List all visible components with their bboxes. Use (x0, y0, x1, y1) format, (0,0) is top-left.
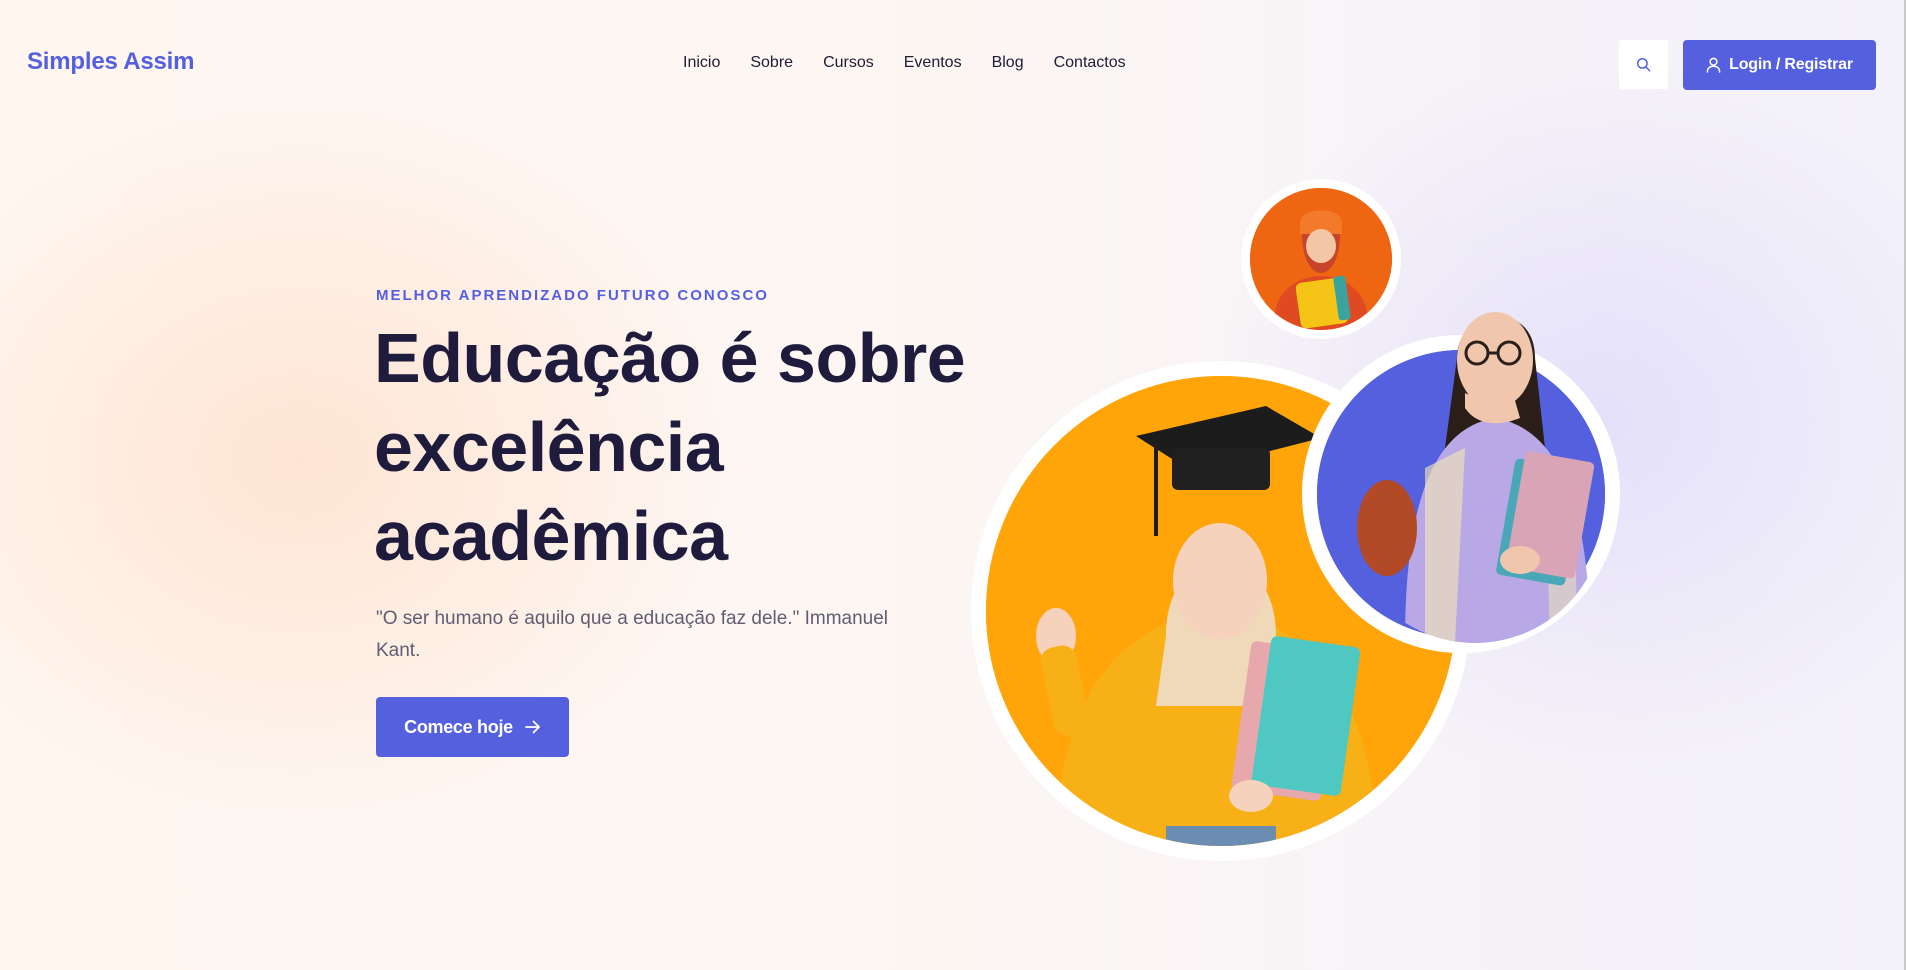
nav-item-cursos[interactable]: Cursos (823, 54, 874, 72)
site-logo[interactable]: Simples Assim (27, 48, 194, 76)
nav-item-blog[interactable]: Blog (992, 54, 1024, 72)
hero-headline: Educação é sobre excelência acadêmica (374, 314, 974, 581)
hero-quote: "O ser humano é aquilo que a educação fa… (376, 608, 889, 661)
nav-item-contactos[interactable]: Contactos (1054, 54, 1126, 72)
headline-line-3: acadêmica (374, 497, 728, 575)
main-nav: Inicio Sobre Cursos Eventos Blog Contact… (683, 54, 1126, 72)
nav-item-inicio[interactable]: Inicio (683, 54, 720, 72)
student-glasses-figure (1345, 298, 1605, 643)
get-started-label: Comece hoje (404, 716, 513, 737)
site-header: Simples Assim Inicio Sobre Cursos Evento… (0, 0, 1906, 130)
nav-item-eventos[interactable]: Eventos (904, 54, 962, 72)
hero-eyebrow: MELHOR APRENDIZADO FUTURO CONOSCO (376, 287, 769, 304)
headline-line-2: excelência (374, 408, 724, 486)
user-icon (1706, 57, 1721, 73)
headline-line-1: Educação é sobre (374, 319, 966, 397)
login-register-label: Login / Registrar (1729, 56, 1853, 73)
nav-item-sobre[interactable]: Sobre (750, 54, 793, 72)
arrow-right-icon (524, 720, 540, 734)
login-register-button[interactable]: Login / Registrar (1683, 40, 1876, 90)
get-started-button[interactable]: Comece hoje (376, 697, 569, 757)
search-icon (1636, 57, 1651, 72)
search-button[interactable] (1619, 40, 1668, 89)
